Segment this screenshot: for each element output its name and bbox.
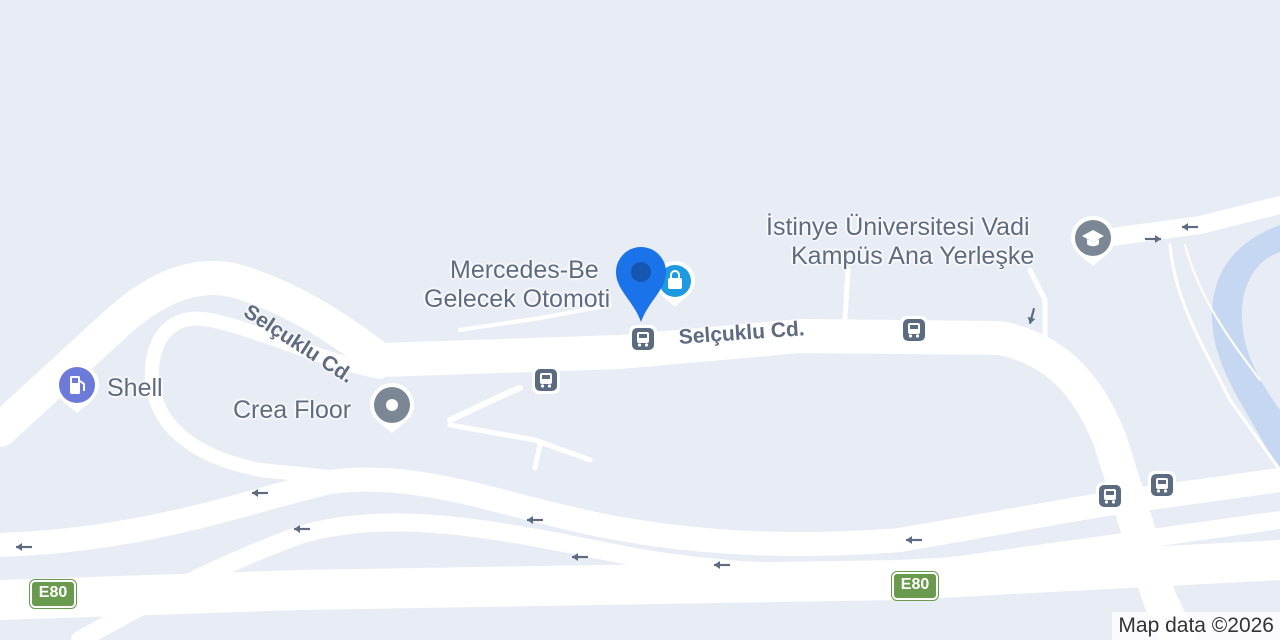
bus-stop-icon[interactable] xyxy=(532,366,560,394)
selected-location-pin[interactable] xyxy=(616,247,666,322)
bus-stop-icon[interactable] xyxy=(1096,482,1124,510)
map-canvas[interactable] xyxy=(0,0,1280,640)
poi-label-mercedes-line2[interactable]: Gelecek Otomoti xyxy=(424,285,610,313)
gas-station-icon[interactable] xyxy=(55,363,99,413)
bus-stop-icon[interactable] xyxy=(1148,471,1176,499)
river xyxy=(1211,225,1280,470)
poi-label-shell[interactable]: Shell xyxy=(107,374,163,402)
highway-shield-e80: E80 xyxy=(892,572,938,600)
graduation-cap-icon[interactable] xyxy=(1071,216,1115,266)
poi-label-istinye-line2[interactable]: Kampüs Ana Yerleşke xyxy=(791,242,1034,270)
bus-stop-icon[interactable] xyxy=(629,325,657,353)
bus-stop-icon[interactable] xyxy=(900,316,928,344)
generic-place-icon[interactable] xyxy=(370,383,414,433)
highway-shield-e80: E80 xyxy=(30,580,76,608)
poi-label-istinye-line1[interactable]: İstinye Üniversitesi Vadi xyxy=(766,213,1030,241)
map-attribution[interactable]: Map data ©2026 xyxy=(1112,612,1280,640)
poi-label-mercedes-line1[interactable]: Mercedes-Be xyxy=(450,256,599,284)
poi-label-crea-floor[interactable]: Crea Floor xyxy=(233,396,351,424)
